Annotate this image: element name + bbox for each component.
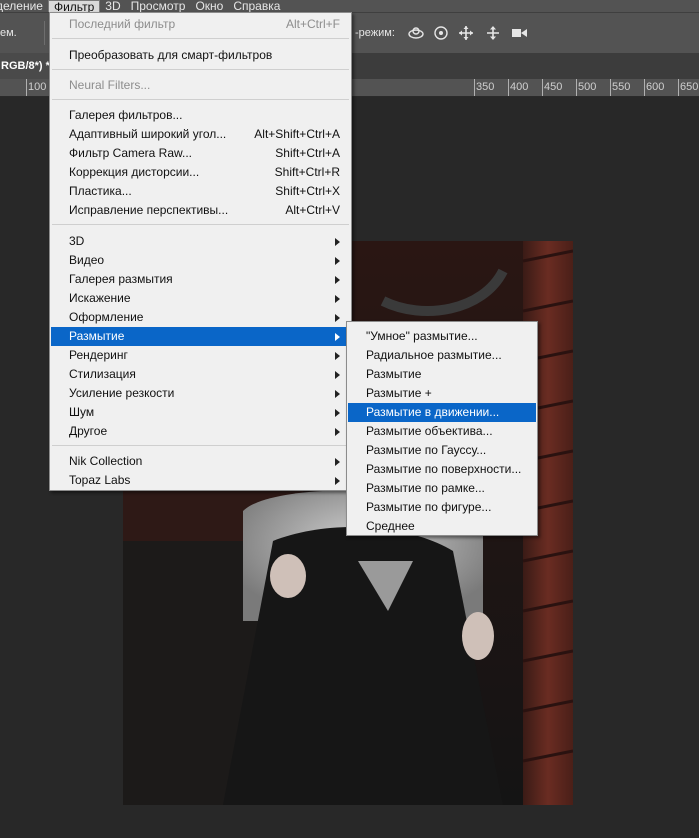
submenu-arrow-icon (335, 477, 340, 485)
roll-3d-icon[interactable] (432, 25, 450, 41)
menu-item-vanishing-point[interactable]: Исправление перспективы... Alt+Ctrl+V (51, 201, 350, 220)
menu-item-blur[interactable]: Размытие (51, 327, 350, 346)
menu-item-sharpen[interactable]: Усиление резкости (51, 384, 350, 403)
menu-3d[interactable]: 3D (100, 0, 125, 12)
menu-item-camera-raw[interactable]: Фильтр Camera Raw... Shift+Ctrl+A (51, 144, 350, 163)
menu-item-filter-gallery[interactable]: Галерея фильтров... (51, 106, 350, 125)
submenu-arrow-icon (335, 314, 340, 322)
submenu-item-average[interactable]: Среднее (348, 517, 536, 536)
submenu-item-blur-more[interactable]: Размытие + (348, 384, 536, 403)
menu-item-blur-gallery[interactable]: Галерея размытия (51, 270, 350, 289)
menu-item-stylize[interactable]: Стилизация (51, 365, 350, 384)
ruler-label: 500 (578, 81, 597, 93)
menu-divider (52, 38, 349, 39)
menu-filter[interactable]: Фильтр (47, 0, 101, 13)
submenu-item-surface-blur[interactable]: Размытие по поверхности... (348, 460, 536, 479)
submenu-arrow-icon (335, 352, 340, 360)
filter-menu: Последний фильтр Alt+Ctrl+F Преобразоват… (49, 12, 352, 491)
submenu-item-lens-blur[interactable]: Размытие объектива... (348, 422, 536, 441)
orbit-3d-icon[interactable] (407, 25, 425, 41)
submenu-item-box-blur[interactable]: Размытие по рамке... (348, 479, 536, 498)
submenu-arrow-icon (335, 428, 340, 436)
menu-divider (52, 445, 349, 446)
menu-item-pixelate[interactable]: Оформление (51, 308, 350, 327)
ruler-label: 350 (476, 81, 495, 93)
menu-item-render[interactable]: Рендеринг (51, 346, 350, 365)
ruler-label: 550 (612, 81, 631, 93)
menu-item-3d[interactable]: 3D (51, 232, 350, 251)
submenu-arrow-icon (335, 238, 340, 246)
menu-item-other[interactable]: Другое (51, 422, 350, 441)
submenu-arrow-icon (335, 276, 340, 284)
ruler-label: 100 (28, 81, 47, 93)
submenu-arrow-icon (335, 371, 340, 379)
submenu-item-smart-blur[interactable]: "Умное" размытие... (348, 327, 536, 346)
menu-select[interactable]: деление (0, 0, 48, 12)
menu-item-last-filter: Последний фильтр Alt+Ctrl+F (69, 17, 340, 31)
ruler-label: 650 (680, 81, 699, 93)
3d-mode-label: -режим: (355, 27, 395, 39)
submenu-item-gaussian-blur[interactable]: Размытие по Гауссу... (348, 441, 536, 460)
menu-item-adaptive-wide-angle[interactable]: Адаптивный широкий угол... Alt+Shift+Ctr… (51, 125, 350, 144)
submenu-arrow-icon (335, 295, 340, 303)
blur-submenu: "Умное" размытие... Радиальное размытие.… (346, 321, 538, 536)
submenu-item-shape-blur[interactable]: Размытие по фигуре... (348, 498, 536, 517)
ruler-label: 450 (544, 81, 563, 93)
submenu-arrow-icon (335, 458, 340, 466)
ruler-label: 600 (646, 81, 665, 93)
menu-divider (52, 69, 349, 70)
document-tab[interactable]: RGB/8*) * (0, 53, 53, 79)
menu-window[interactable]: Окно (190, 0, 228, 12)
submenu-item-radial-blur[interactable]: Радиальное размытие... (348, 346, 536, 365)
menu-item-liquify[interactable]: Пластика... Shift+Ctrl+X (51, 182, 350, 201)
menu-item-neural-filters: Neural Filters... (69, 78, 151, 92)
menu-item-distort[interactable]: Искажение (51, 289, 350, 308)
menu-divider (52, 99, 349, 100)
menu-item-nik-collection[interactable]: Nik Collection (51, 452, 350, 471)
menu-item-noise[interactable]: Шум (51, 403, 350, 422)
options-separator (44, 21, 45, 45)
menu-item-convert-smart-filters[interactable]: Преобразовать для смарт-фильтров (51, 46, 350, 65)
submenu-item-motion-blur[interactable]: Размытие в движении... (348, 403, 536, 422)
submenu-arrow-icon (335, 257, 340, 265)
slide-3d-icon[interactable] (484, 25, 502, 41)
submenu-arrow-icon (335, 390, 340, 398)
submenu-arrow-icon (335, 333, 340, 341)
menu-help[interactable]: Справка (228, 0, 285, 12)
submenu-arrow-icon (335, 409, 340, 417)
menu-bar: деление Фильтр 3D Просмотр Окно Справка (0, 0, 699, 13)
menu-item-topaz-labs[interactable]: Topaz Labs (51, 471, 350, 490)
menu-divider (52, 224, 349, 225)
menu-item-video[interactable]: Видео (51, 251, 350, 270)
ruler-label: 400 (510, 81, 529, 93)
video-camera-icon[interactable] (510, 25, 528, 41)
menu-item-lens-correction[interactable]: Коррекция дисторсии... Shift+Ctrl+R (51, 163, 350, 182)
menu-view[interactable]: Просмотр (126, 0, 191, 12)
pan-3d-icon[interactable] (457, 25, 475, 41)
submenu-item-blur[interactable]: Размытие (348, 365, 536, 384)
options-label: ем. (0, 27, 17, 39)
